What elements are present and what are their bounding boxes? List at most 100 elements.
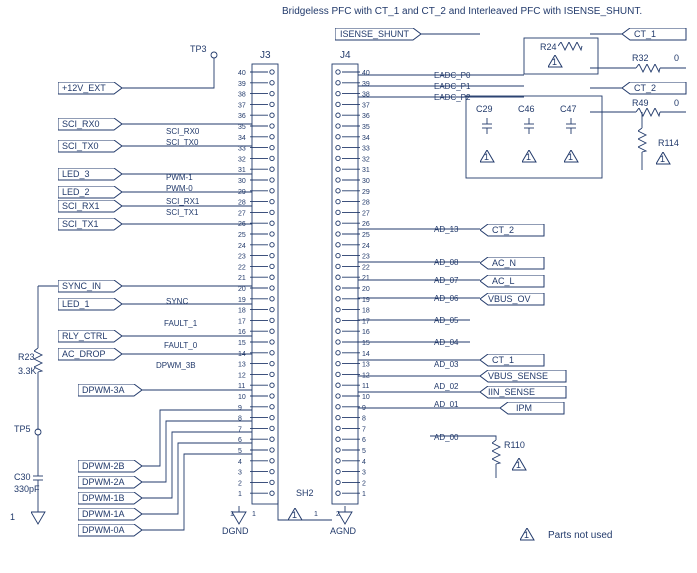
agnd-label: AGND — [330, 526, 357, 536]
c46-ref: C46 — [518, 104, 535, 114]
sig-iin-sense-label: IIN_SENSE — [488, 387, 535, 397]
pin-circle — [336, 448, 340, 452]
pin-circle — [336, 286, 340, 290]
pin-number: 29 — [362, 189, 370, 196]
pin-circle — [336, 307, 340, 311]
pin-circle — [270, 145, 274, 149]
pin-number: 8 — [362, 416, 366, 423]
net-ad13: AD_13 — [434, 225, 459, 234]
pin-circle — [336, 491, 340, 495]
svg-text:1: 1 — [230, 511, 234, 518]
pin-number: 36 — [362, 113, 370, 120]
pin-number: 35 — [362, 124, 370, 131]
pin-number: 27 — [362, 210, 370, 217]
pin-number: 7 — [362, 426, 366, 433]
pin-circle — [336, 81, 340, 85]
pin-number: 17 — [238, 318, 246, 325]
schematic-canvas: Bridgeless PFC with CT_1 and CT_2 and In… — [0, 0, 697, 573]
pin-circle — [270, 469, 274, 473]
pin-circle — [336, 156, 340, 160]
net-ad02: AD_02 — [434, 382, 459, 391]
pin-circle — [336, 178, 340, 182]
pin-circle — [270, 221, 274, 225]
sig-ac-l-label: AC_L — [492, 276, 515, 286]
pin-number: 19 — [238, 297, 246, 304]
pin-number: 17 — [362, 318, 370, 325]
pin-number: 10 — [238, 394, 246, 401]
r110-ref: R110 — [504, 440, 525, 450]
sig-sync-in-label: SYNC_IN — [62, 281, 101, 291]
r49 — [636, 108, 660, 116]
pin-number: 11 — [238, 383, 245, 390]
pin-circle — [336, 91, 340, 95]
pin-circle — [336, 340, 340, 344]
sig-dpwm1b-label: DPWM-1B — [82, 493, 125, 503]
net-eadc-p1: EADC_P1 — [434, 82, 471, 91]
sig-led3-label: LED_3 — [62, 169, 90, 179]
pin-circle — [336, 124, 340, 128]
sig-ct1-mid-label: CT_1 — [492, 355, 514, 365]
pin-circle — [336, 383, 340, 387]
pin-number: 4 — [362, 459, 366, 466]
c47 — [566, 118, 576, 134]
pin-number: 39 — [238, 81, 246, 88]
pin-number: 2 — [238, 480, 242, 487]
pin-number: 21 — [238, 275, 246, 282]
pin-number: 9 — [238, 405, 242, 412]
pin-number: 27 — [238, 210, 246, 217]
net-dpwm3b: DPWM_3B — [156, 361, 196, 370]
pin-circle — [270, 113, 274, 117]
dgnd-label: DGND — [222, 526, 249, 536]
pin-circle — [270, 70, 274, 74]
pin-number: 4 — [238, 459, 242, 466]
pin-number: 37 — [362, 102, 370, 109]
pin-circle — [336, 167, 340, 171]
pin-circle — [336, 318, 340, 322]
pin-number: 13 — [362, 362, 370, 369]
r49-val: 0 — [674, 98, 679, 108]
pin-circle — [270, 286, 274, 290]
pin-number: 20 — [238, 286, 246, 293]
pin-number: 32 — [238, 156, 246, 163]
pin-circle — [270, 448, 274, 452]
sh2-ref: SH2 — [296, 488, 314, 498]
sig-dpwm2b-label: DPWM-2B — [82, 461, 125, 471]
j3-pins: 4039383736353433323130292827262524232221… — [238, 70, 274, 498]
net-eadc-p0: EADC_P0 — [434, 71, 471, 80]
c46 — [524, 118, 534, 134]
pin-number: 33 — [362, 146, 370, 153]
pin-number: 18 — [238, 308, 246, 315]
pin-circle — [270, 253, 274, 257]
pin-circle — [336, 243, 340, 247]
c47-mark-num: 1 — [568, 152, 573, 162]
pin-number: 24 — [362, 243, 370, 250]
left-rc-branch: R23 3.3K TP5 C30 330pF 1 — [10, 286, 58, 524]
c29-ref: C29 — [476, 104, 493, 114]
r24-mark-num: 1 — [552, 57, 557, 67]
pin-number: 34 — [238, 135, 246, 142]
sig-ct2-mid-label: CT_2 — [492, 225, 514, 235]
net-ad06: AD_06 — [434, 294, 459, 303]
pin-circle — [336, 372, 340, 376]
net-ad00: AD_00 — [434, 433, 459, 442]
sig-led2-label: LED_2 — [62, 187, 90, 197]
pin-circle — [270, 210, 274, 214]
pin-circle — [270, 124, 274, 128]
pin-number: 32 — [362, 156, 370, 163]
c29 — [482, 118, 492, 134]
pin-number: 22 — [362, 264, 370, 271]
pin-circle — [270, 297, 274, 301]
net-ad04: AD_04 — [434, 338, 459, 347]
pin-circle — [336, 70, 340, 74]
pin-number: 22 — [238, 264, 246, 271]
pin-number: 11 — [362, 383, 369, 390]
pin-circle — [270, 394, 274, 398]
tp3 — [211, 52, 217, 58]
sig-12v-label: +12V_EXT — [62, 83, 106, 93]
pin-circle — [336, 113, 340, 117]
svg-text:1: 1 — [252, 511, 256, 518]
pin-circle — [270, 275, 274, 279]
pin-number: 18 — [362, 308, 370, 315]
pin-circle — [270, 135, 274, 139]
sig-led1-label: LED_1 — [62, 299, 90, 309]
